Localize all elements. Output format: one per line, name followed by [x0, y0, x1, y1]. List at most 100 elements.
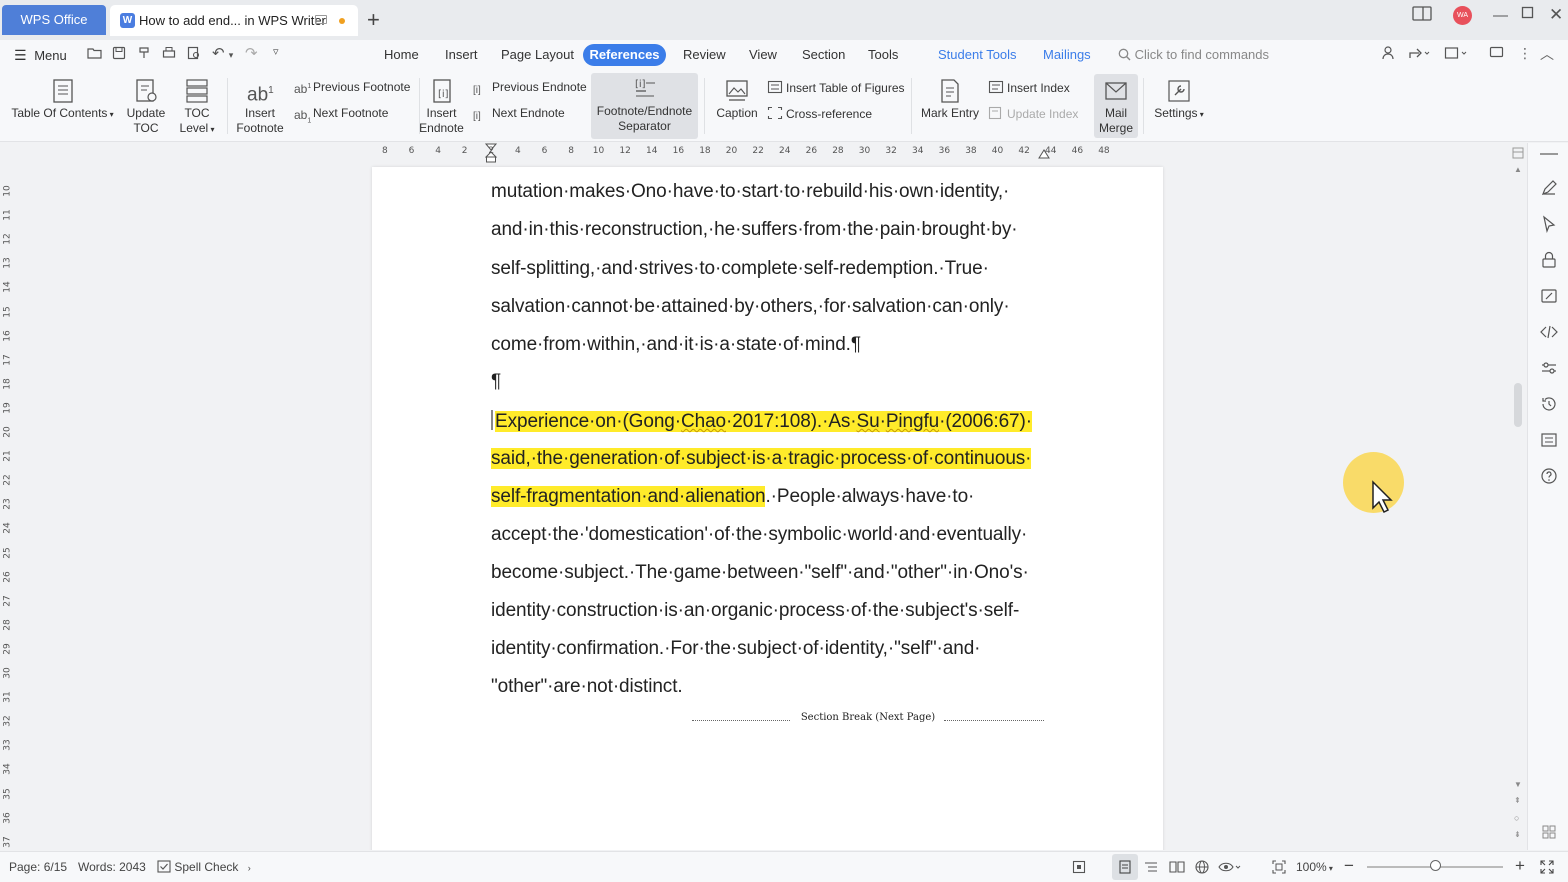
toc-level-button[interactable]: TOC Level ▾ — [176, 78, 218, 137]
zoom-slider-thumb[interactable] — [1430, 860, 1441, 871]
table-of-contents-button[interactable]: Table Of Contents ▾ — [10, 78, 115, 122]
previous-endnote-button[interactable]: [i] Previous Endnote — [473, 79, 587, 97]
text-line[interactable]: self-splitting,·and·strives·to·complete·… — [491, 258, 989, 280]
caption-button[interactable]: Caption — [713, 78, 761, 121]
lock-icon[interactable] — [1540, 251, 1558, 269]
empty-paragraph-mark[interactable]: ¶ — [491, 371, 501, 393]
insert-footnote-button[interactable]: ab1 Insert Footnote — [236, 78, 284, 136]
eye-protection-icon[interactable] — [1218, 860, 1242, 874]
print-icon[interactable] — [162, 46, 176, 60]
share-icon[interactable] — [1408, 45, 1430, 61]
previous-page-icon[interactable]: ⇞ — [1514, 796, 1521, 805]
spell-check-button[interactable]: Spell Check › — [157, 860, 251, 874]
redo-icon[interactable]: ↷ — [245, 44, 258, 62]
text-line[interactable]: salvation·cannot·be·attained·by·others,·… — [491, 296, 1010, 318]
previous-footnote-button[interactable]: ab1 Previous Footnote — [294, 79, 410, 96]
update-toc-button[interactable]: Update TOC — [124, 78, 168, 136]
view-toggle-icon[interactable] — [1512, 147, 1524, 159]
mark-entry-button[interactable]: Mark Entry — [918, 78, 982, 121]
adjust-sliders-icon[interactable] — [1540, 359, 1558, 377]
monitor-icon[interactable] — [315, 15, 327, 24]
insert-table-of-figures-button[interactable]: Insert Table of Figures — [767, 80, 905, 96]
scroll-up-icon[interactable]: ▲ — [1514, 165, 1522, 174]
vertical-scrollbar[interactable]: ▲ ▼ ⇞ ○ ⇟ — [1511, 143, 1525, 850]
tab-review[interactable]: Review — [683, 47, 726, 62]
zoom-level-dropdown[interactable]: 100% ▾ — [1296, 860, 1333, 874]
insert-index-button[interactable]: Insert Index — [988, 80, 1070, 96]
footnote-endnote-separator-button[interactable]: [i] Footnote/Endnote Separator — [591, 76, 698, 134]
document-page[interactable]: mutation·makes·Ono·have·to·start·to·rebu… — [372, 167, 1163, 850]
tab-references[interactable]: References — [583, 44, 666, 66]
tab-student-tools[interactable]: Student Tools — [938, 47, 1017, 62]
comment-icon[interactable] — [1489, 46, 1504, 60]
document-tab[interactable]: W How to add end... in WPS Writer — [110, 5, 358, 36]
apps-grid-icon[interactable] — [1540, 823, 1558, 841]
navigation-pane-icon[interactable] — [1540, 431, 1558, 449]
format-painter-icon[interactable] — [137, 46, 151, 60]
customize-toolbar-icon[interactable]: ▿ — [273, 45, 279, 58]
outline-view-icon[interactable] — [1144, 860, 1158, 874]
scroll-down-icon[interactable]: ▼ — [1514, 780, 1522, 789]
text-line[interactable]: identity·construction·is·an·organic·proc… — [491, 600, 1019, 622]
text-line[interactable]: "other"·are·not·distinct. — [491, 676, 683, 698]
open-folder-icon[interactable] — [87, 46, 102, 60]
maximize-icon[interactable] — [1521, 6, 1534, 19]
highlighted-text-line[interactable]: said,·the·generation·of·subject·is·a·tra… — [491, 448, 1032, 470]
zoom-out-icon[interactable]: − — [1344, 856, 1354, 876]
help-icon[interactable] — [1540, 467, 1558, 485]
layout-icon[interactable] — [1412, 6, 1432, 22]
tab-tools[interactable]: Tools — [868, 47, 898, 62]
collapse-ribbon-icon[interactable]: ︿ — [1540, 44, 1554, 64]
user-avatar[interactable]: WA — [1453, 6, 1472, 25]
save-icon[interactable] — [112, 46, 126, 60]
web-layout-icon[interactable] — [1195, 860, 1209, 874]
print-preview-icon[interactable] — [187, 46, 201, 60]
wps-office-tab[interactable]: WPS Office — [2, 5, 106, 35]
fit-page-icon[interactable] — [1272, 860, 1286, 874]
text-line[interactable]: and·in·this·reconstruction,·he·suffers·f… — [491, 219, 1018, 241]
sync-icon[interactable] — [1444, 45, 1468, 61]
tab-mailings[interactable]: Mailings — [1043, 47, 1091, 62]
focus-mode-icon[interactable] — [1072, 860, 1086, 874]
next-footnote-button[interactable]: ab1Next Footnote — [294, 105, 388, 124]
select-browse-object-icon[interactable]: ○ — [1514, 813, 1519, 823]
next-page-icon[interactable]: ⇟ — [1514, 830, 1521, 839]
code-icon[interactable] — [1540, 323, 1558, 341]
scrollbar-thumb[interactable] — [1514, 383, 1522, 427]
next-endnote-button[interactable]: [i] Next Endnote — [473, 105, 565, 123]
text-line[interactable]: mutation·makes·Ono·have·to·start·to·rebu… — [491, 181, 1009, 203]
page-view-icon[interactable] — [1118, 860, 1132, 874]
close-icon[interactable]: ✕ — [1549, 5, 1563, 25]
text-line[interactable]: become·subject.·The·game·between·"self"·… — [491, 562, 1029, 584]
collapse-panel-icon[interactable] — [1540, 153, 1558, 155]
zoom-in-icon[interactable]: + — [1515, 856, 1525, 876]
text-line[interactable]: accept·the·'domestication'·of·the·symbol… — [491, 524, 1027, 546]
tab-home[interactable]: Home — [384, 47, 419, 62]
text-line[interactable]: come·from·within,·and·it·is·a·state·of·m… — [491, 334, 861, 356]
mail-merge-button[interactable]: Mail Merge — [1094, 78, 1138, 136]
image-edit-icon[interactable] — [1540, 287, 1558, 305]
tab-insert[interactable]: Insert — [445, 47, 478, 62]
command-search[interactable]: Click to find commands — [1118, 47, 1269, 62]
pen-icon[interactable] — [1540, 179, 1558, 197]
menu-button[interactable]: ☰ Menu — [14, 47, 67, 64]
settings-button[interactable]: Settings ▾ — [1150, 78, 1208, 122]
horizontal-ruler[interactable]: 8 6 4 2 2 4 6 8 10 12 14 16 18 20 22 24 26 28 30 32 34 36 38 40… — [372, 143, 1163, 163]
select-pointer-icon[interactable] — [1540, 215, 1558, 233]
insert-endnote-button[interactable]: [i] Insert Endnote — [419, 78, 464, 136]
cross-reference-button[interactable]: Cross-reference — [767, 106, 872, 122]
section-break-marker[interactable]: Section Break (Next Page) — [692, 712, 1044, 723]
vertical-ruler[interactable]: 10 11 12 13 14 15 16 17 18 19 20 21 22 23 24 25 26 27 28 29… — [0, 143, 14, 850]
tab-section[interactable]: Section — [802, 47, 845, 62]
minimize-icon[interactable]: — — [1493, 7, 1508, 24]
page-indicator[interactable]: Page: 6/15 — [9, 860, 67, 874]
update-index-button[interactable]: Update Index — [988, 106, 1078, 122]
share-user-icon[interactable] — [1381, 45, 1397, 61]
fullscreen-icon[interactable] — [1540, 860, 1554, 874]
highlighted-text-line[interactable]: Experience·on·(Gong·Chao·2017:108).·As·S… — [491, 410, 1032, 433]
new-tab-button[interactable]: + — [367, 9, 380, 31]
tab-page-layout[interactable]: Page Layout — [501, 47, 574, 62]
more-options-icon[interactable]: ⋮ — [1518, 45, 1532, 62]
tab-view[interactable]: View — [749, 47, 777, 62]
word-count[interactable]: Words: 2043 — [78, 860, 146, 874]
